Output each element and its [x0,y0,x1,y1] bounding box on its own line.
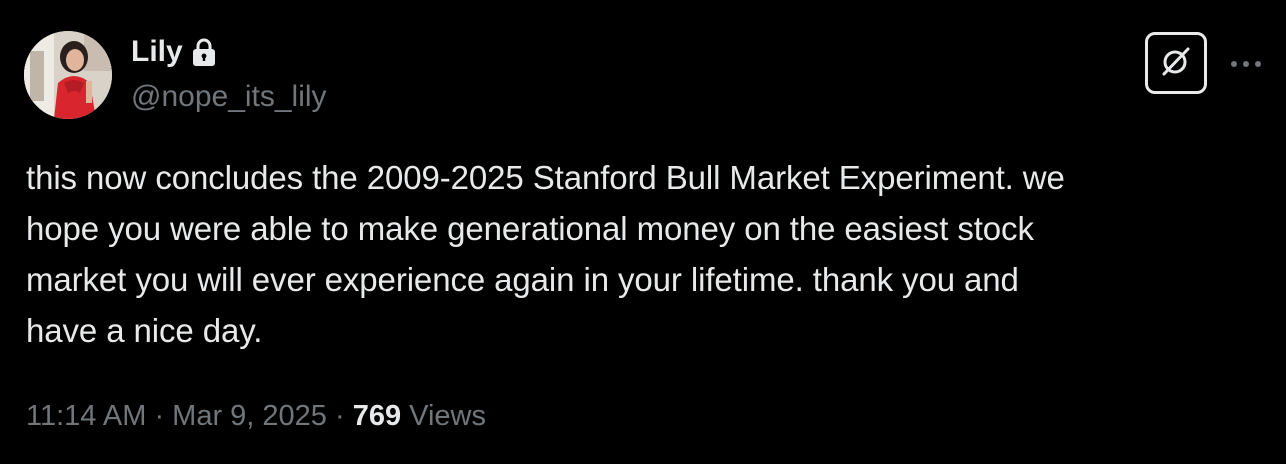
author-name-row: Lily [131,34,217,70]
tweet-time[interactable]: 11:14 AM [26,400,146,432]
grok-button[interactable] [1145,32,1207,94]
tweet-date[interactable]: Mar 9, 2025 [172,400,327,432]
display-name[interactable]: Lily [131,34,183,70]
tweet-meta: 11:14 AM · Mar 9, 2025 · 769 Views [26,398,486,434]
more-button[interactable] [1226,52,1266,76]
tweet-text-line: have a nice day. [26,312,263,349]
lock-icon [191,37,217,67]
tweet-text-line: market you will ever experience again in… [26,261,1019,298]
avatar[interactable] [24,31,112,119]
views-count: 769 [352,400,402,432]
more-horizontal-icon [1228,55,1264,73]
tweet-text-line: hope you were able to make generational … [26,210,1034,247]
meta-separator: · [146,400,173,432]
grok-icon [1159,44,1193,83]
tweet-card: Lily @nope_its_lily this now concludes t… [0,0,1286,464]
tweet-text-line: this now concludes the 2009-2025 Stanfor… [26,159,1065,196]
author-handle[interactable]: @nope_its_lily [131,79,327,115]
tweet-text: this now concludes the 2009-2025 Stanfor… [26,152,1256,356]
views-label: Views [401,400,486,432]
meta-separator: · [326,400,353,432]
